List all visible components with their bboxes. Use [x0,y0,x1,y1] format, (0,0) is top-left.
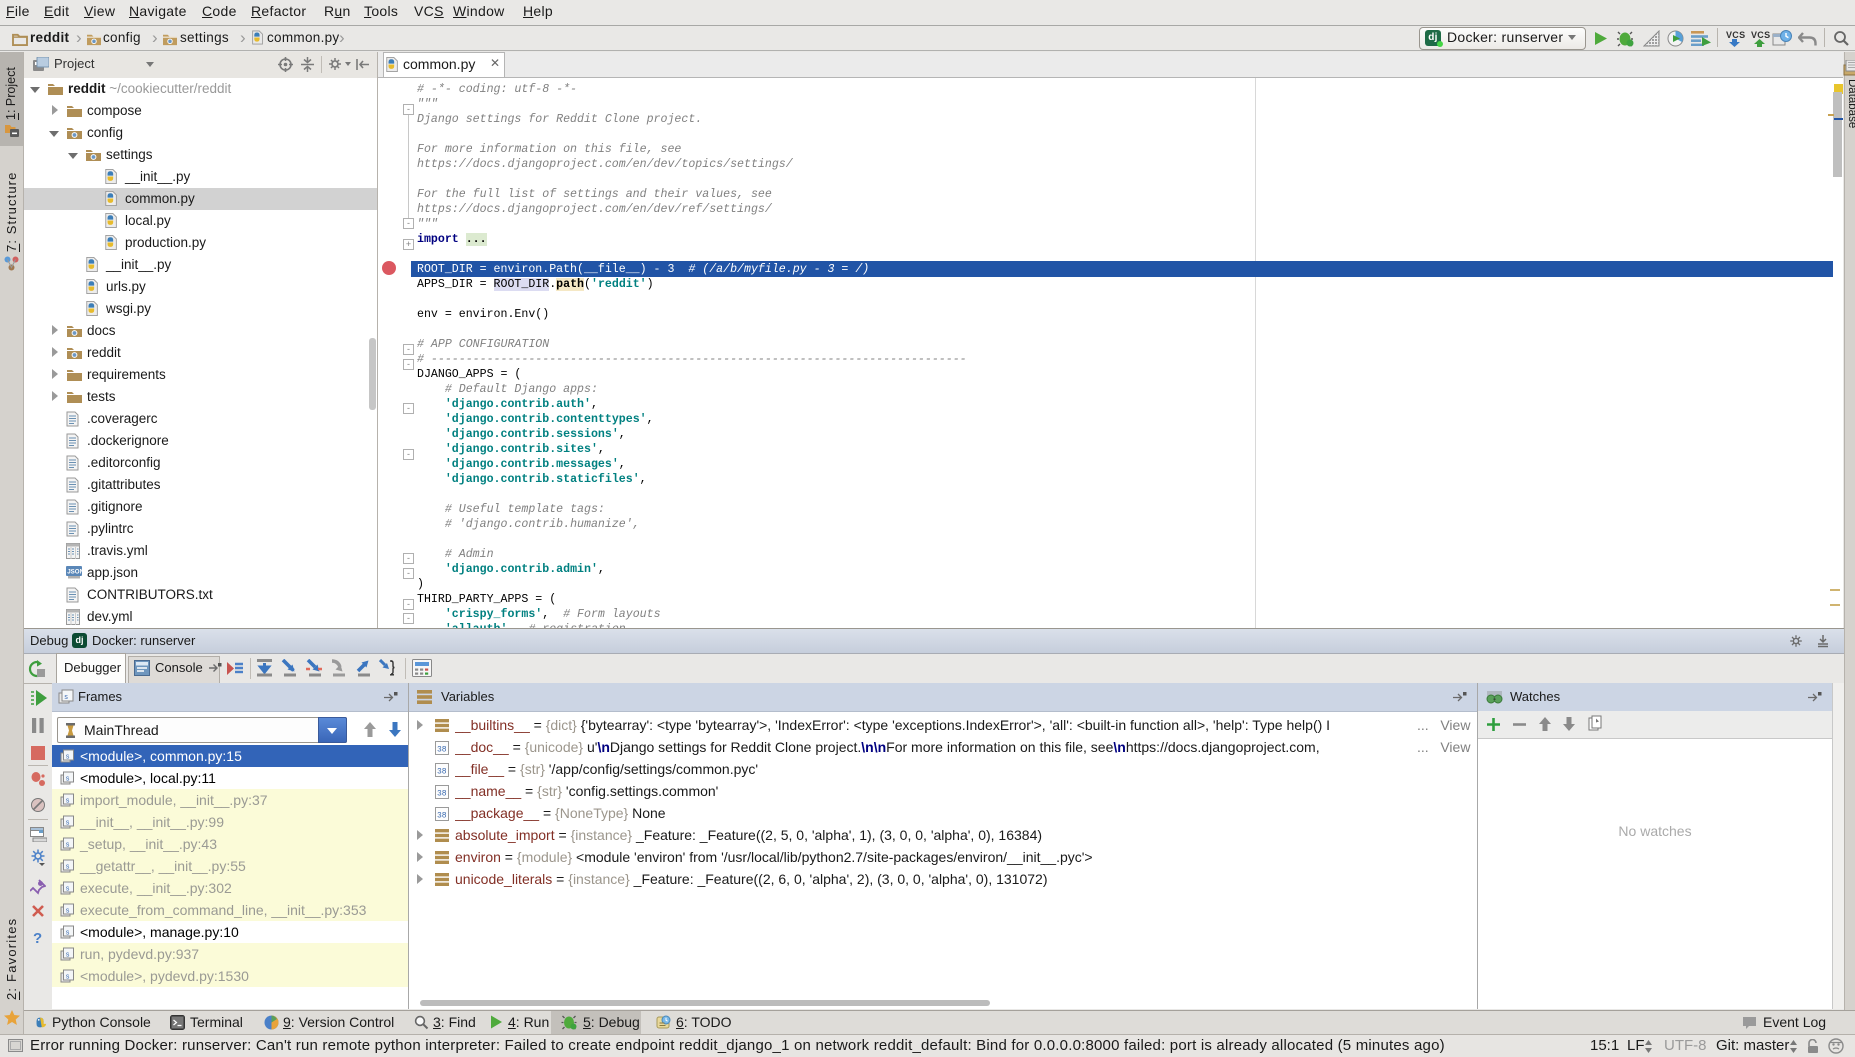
svg-text:s: s [66,908,70,916]
svg-text:s: s [66,952,70,960]
svg-text:JSON: JSON [67,569,82,576]
svg-text:s: s [66,974,70,982]
svg-text:38: 38 [437,812,447,821]
svg-text:s: s [64,694,68,702]
svg-text:s: s [66,930,70,938]
svg-text:s: s [66,842,70,850]
svg-text:s: s [66,864,70,872]
svg-text:s: s [66,776,70,784]
svg-text:VCS: VCS [1726,30,1745,40]
svg-text:s: s [66,754,70,762]
svg-text:s: s [66,886,70,894]
svg-text:38: 38 [437,768,447,777]
svg-text:s: s [66,798,70,806]
svg-text:38: 38 [437,746,447,755]
svg-text:38: 38 [437,790,447,799]
svg-text:s: s [66,820,70,828]
svg-text:VCS: VCS [1751,30,1770,40]
